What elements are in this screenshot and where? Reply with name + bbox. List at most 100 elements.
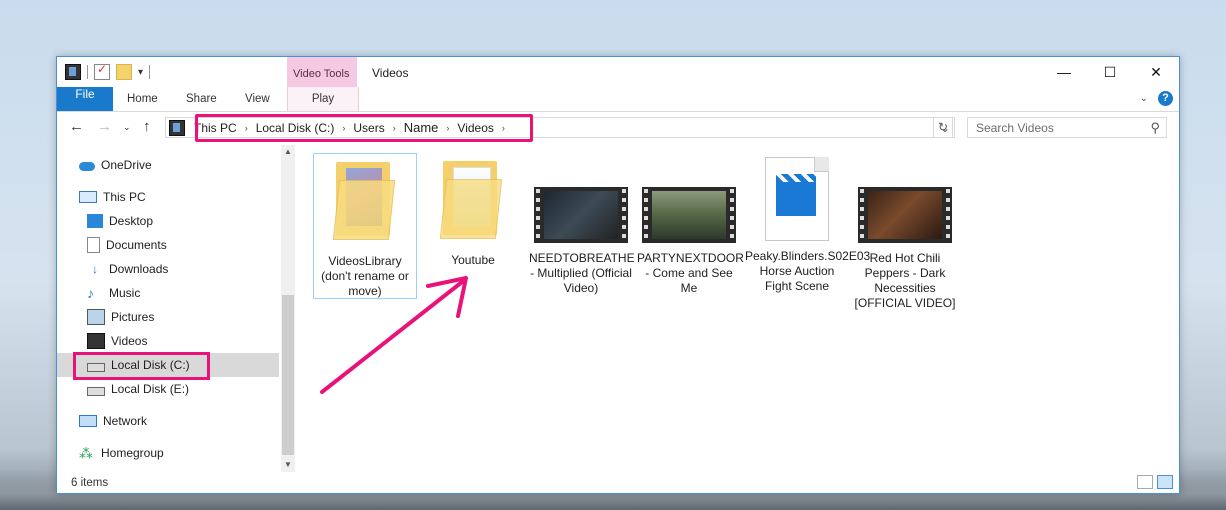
large-icons-view-icon[interactable] bbox=[1157, 475, 1173, 489]
close-button[interactable]: ✕ bbox=[1133, 57, 1179, 87]
sidebar-item-this-pc[interactable]: This PC bbox=[79, 185, 301, 209]
pictures-icon bbox=[87, 309, 105, 325]
film-perforations bbox=[620, 187, 628, 243]
film-perforations bbox=[858, 187, 866, 243]
videos-location-icon bbox=[169, 119, 185, 136]
videos-icon bbox=[87, 333, 105, 349]
video-frame bbox=[544, 191, 618, 239]
file-item-youtube[interactable]: Youtube bbox=[421, 153, 525, 268]
downloads-icon: ↓ bbox=[92, 262, 98, 276]
this-pc-icon bbox=[79, 191, 97, 203]
scrollbar-thumb[interactable] bbox=[282, 295, 294, 455]
nav-scrollbar[interactable]: ▲ ▼ bbox=[281, 145, 295, 472]
minimize-icon: — bbox=[1057, 64, 1071, 80]
tab-file[interactable]: File bbox=[57, 87, 113, 111]
sidebar-item-label: Desktop bbox=[109, 214, 154, 228]
folder-front bbox=[439, 179, 503, 239]
documents-icon bbox=[87, 237, 100, 253]
quick-access-toolbar: ▾ bbox=[65, 62, 151, 80]
sidebar-item-local-disk-e[interactable]: Local Disk (E:) bbox=[87, 377, 309, 401]
scroll-up-icon[interactable]: ▲ bbox=[281, 145, 295, 159]
file-explorer-window: ▾ Video Tools Videos — ☐ ✕ File Home Sha… bbox=[56, 56, 1180, 494]
sidebar-item-music[interactable]: ♪ Music bbox=[87, 281, 309, 305]
search-box[interactable]: ⚲ bbox=[967, 117, 1167, 138]
file-item-needtobreathe[interactable]: NEEDTOBREATHE - Multiplied (Official Vid… bbox=[529, 153, 635, 296]
tab-play[interactable]: Play bbox=[287, 87, 359, 111]
divider bbox=[149, 65, 151, 79]
file-item-videoslibrary[interactable]: VideosLibrary (don't rename or move) bbox=[313, 153, 417, 299]
navigation-pane: OneDrive This PC Desktop Documents ↓ Dow… bbox=[57, 145, 295, 470]
refresh-button[interactable]: ↻ bbox=[933, 117, 953, 138]
sidebar-item-documents[interactable]: Documents bbox=[87, 233, 309, 257]
ribbon-tabs: File Home Share View Play ⌄ ? bbox=[57, 87, 1179, 112]
sidebar-item-homegroup[interactable]: ⁂ Homegroup bbox=[79, 441, 301, 465]
file-name: PARTYNEXTDOOR - Come and See Me bbox=[637, 251, 744, 295]
back-arrow-icon[interactable]: ← bbox=[69, 118, 84, 135]
tab-home[interactable]: Home bbox=[127, 87, 158, 111]
search-icon[interactable]: ⚲ bbox=[1150, 120, 1160, 136]
video-file-icon bbox=[765, 157, 829, 241]
sidebar-item-label: Music bbox=[109, 286, 141, 300]
close-icon: ✕ bbox=[1150, 63, 1162, 80]
maximize-button[interactable]: ☐ bbox=[1087, 57, 1133, 87]
video-tools-label: Video Tools bbox=[293, 68, 350, 80]
folder-front bbox=[332, 180, 396, 240]
new-folder-icon[interactable] bbox=[116, 64, 132, 80]
local-disk-highlight-box bbox=[73, 352, 210, 380]
sidebar-item-label: Local Disk (E:) bbox=[111, 382, 190, 396]
recent-locations-icon[interactable]: ⌄ bbox=[123, 122, 131, 133]
sidebar-item-label: Downloads bbox=[109, 262, 169, 276]
file-item-red-hot-chili-peppers[interactable]: Red Hot Chili Peppers - Dark Necessities… bbox=[853, 153, 957, 311]
status-item-count: 6 items bbox=[71, 477, 109, 489]
ribbon-right-controls: ⌄ ? bbox=[1140, 91, 1173, 106]
minimize-button[interactable]: — bbox=[1041, 57, 1087, 87]
video-thumbnail bbox=[534, 187, 628, 243]
up-arrow-icon[interactable]: ↑ bbox=[143, 118, 151, 135]
file-list: VideosLibrary (don't rename or move) You… bbox=[303, 145, 1179, 475]
expand-ribbon-icon[interactable]: ⌄ bbox=[1140, 93, 1148, 104]
search-input[interactable] bbox=[974, 120, 1148, 136]
sidebar-item-pictures[interactable]: Pictures bbox=[87, 305, 309, 329]
film-perforations bbox=[642, 187, 650, 243]
scroll-down-icon[interactable]: ▼ bbox=[281, 458, 295, 472]
help-icon[interactable]: ? bbox=[1158, 91, 1173, 106]
window-controls: — ☐ ✕ bbox=[1041, 57, 1179, 87]
folder-icon bbox=[421, 153, 525, 245]
sidebar-item-network[interactable]: Network bbox=[79, 409, 301, 433]
video-frame bbox=[868, 191, 942, 239]
desktop-icon bbox=[87, 214, 103, 228]
file-name: NEEDTOBREATHE - Multiplied (Official Vid… bbox=[529, 251, 635, 295]
title-bar: ▾ Video Tools Videos — ☐ ✕ bbox=[57, 57, 1179, 87]
local-disk-icon bbox=[87, 387, 105, 396]
music-icon: ♪ bbox=[87, 285, 94, 301]
refresh-icon: ↻ bbox=[937, 120, 949, 134]
sidebar-item-label: Network bbox=[103, 414, 148, 428]
video-tools-context-tab: Video Tools bbox=[287, 57, 357, 87]
sidebar-item-desktop[interactable]: Desktop bbox=[87, 209, 309, 233]
file-item-partynextdoor[interactable]: PARTYNEXTDOOR - Come and See Me bbox=[637, 153, 744, 296]
customize-toolbar-icon[interactable]: ▾ bbox=[138, 67, 143, 78]
file-name: Peaky.Blinders.S02E03 Horse Auction Figh… bbox=[745, 249, 871, 293]
file-name: Youtube bbox=[451, 253, 495, 267]
video-thumbnail bbox=[642, 187, 736, 243]
film-perforations bbox=[728, 187, 736, 243]
sidebar-item-label: OneDrive bbox=[101, 158, 152, 172]
divider bbox=[87, 65, 88, 79]
forward-arrow-icon[interactable]: → bbox=[97, 118, 112, 135]
video-frame bbox=[652, 191, 726, 239]
details-view-icon[interactable] bbox=[1137, 475, 1153, 489]
sidebar-item-onedrive[interactable]: OneDrive bbox=[79, 153, 301, 177]
tab-share[interactable]: Share bbox=[186, 87, 217, 111]
maximize-icon: ☐ bbox=[1103, 63, 1117, 80]
file-item-peaky-blinders[interactable]: Peaky.Blinders.S02E03 Horse Auction Figh… bbox=[745, 153, 871, 294]
tab-view[interactable]: View bbox=[245, 87, 270, 111]
file-name: Red Hot Chili Peppers - Dark Necessities… bbox=[854, 251, 956, 310]
clapperboard-icon bbox=[776, 182, 816, 216]
sidebar-item-videos[interactable]: Videos bbox=[87, 329, 309, 353]
video-folder-icon bbox=[65, 64, 81, 80]
sidebar-item-downloads[interactable]: ↓ Downloads bbox=[87, 257, 309, 281]
onedrive-icon bbox=[79, 162, 95, 171]
film-perforations bbox=[534, 187, 542, 243]
properties-icon[interactable] bbox=[94, 62, 110, 80]
